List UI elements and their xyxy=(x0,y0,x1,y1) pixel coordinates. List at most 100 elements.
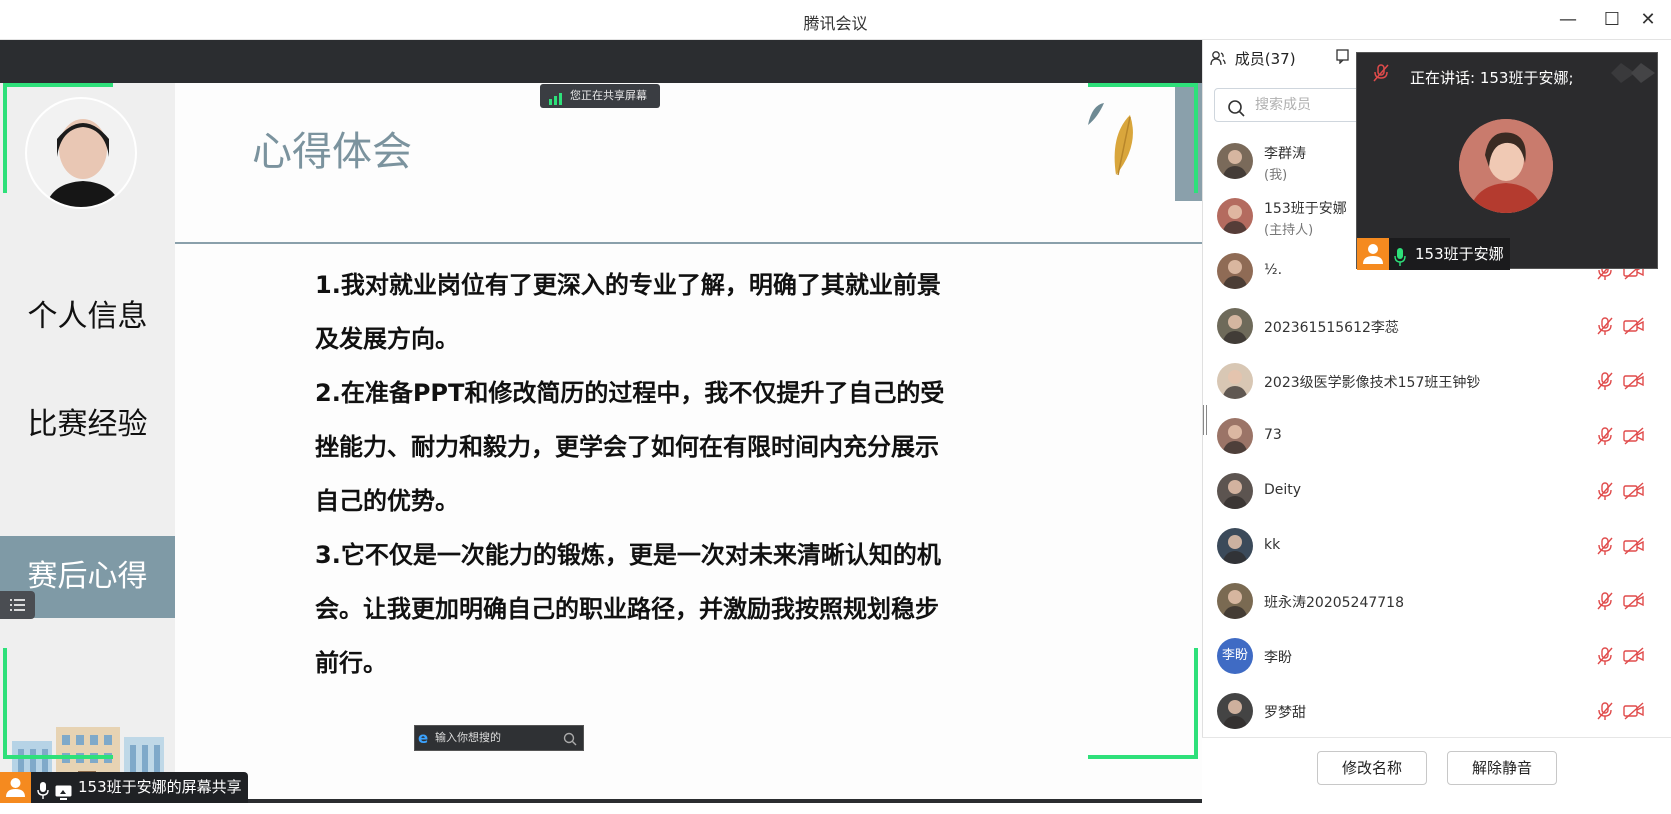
member-row[interactable]: 李盼 李盼 xyxy=(1202,628,1671,683)
close-button[interactable]: ✕ xyxy=(1636,8,1660,32)
browser-search-placeholder: 输入你想搜的 xyxy=(435,731,501,744)
share-border-corner xyxy=(3,755,113,759)
ie-icon: e xyxy=(418,729,429,747)
unmute-button[interactable]: 解除静音 xyxy=(1447,751,1557,785)
content-line-6: 3.它不仅是一次能力的锻炼，更是一次对未来清晰认知的机 xyxy=(315,541,941,569)
profile-photo xyxy=(25,97,137,209)
member-avatar xyxy=(1217,308,1253,344)
share-border-corner xyxy=(1088,755,1198,759)
camera-off-icon[interactable] xyxy=(1623,481,1644,501)
member-name: 李群涛 xyxy=(1264,146,1306,162)
maximize-button[interactable]: ☐ xyxy=(1600,8,1624,32)
slide-sidebar: 个人信息 比赛经验 赛后心得 xyxy=(0,83,175,799)
camera-off-icon[interactable] xyxy=(1623,426,1644,446)
user-icon xyxy=(0,772,31,803)
member-row[interactable]: 罗梦甜 xyxy=(1202,683,1671,738)
member-avatar xyxy=(1217,693,1253,729)
content-line-4: 挫能力、耐力和毅力，更学会了如何在有限时间内充分展示 xyxy=(315,433,939,461)
mic-active-icon xyxy=(1394,245,1406,277)
member-row[interactable]: Deity xyxy=(1202,463,1671,518)
camera-off-icon[interactable] xyxy=(1623,536,1644,556)
presentation-slide: 个人信息 比赛经验 赛后心得 心得体会 1.我对就业岗位有了更深入的专业了解，明… xyxy=(0,83,1202,799)
content-line-1: 1.我对就业岗位有了更深入的专业了解，明确了其就业前景 xyxy=(315,271,941,299)
share-border-corner xyxy=(3,648,7,758)
slide-divider xyxy=(175,242,1202,244)
mic-off-icon[interactable] xyxy=(1595,536,1615,556)
member-avatar xyxy=(1217,473,1253,509)
screen-share-icon xyxy=(55,780,72,811)
member-row[interactable]: 班永涛20205247718 xyxy=(1202,573,1671,628)
member-row[interactable]: 73 xyxy=(1202,408,1671,463)
panel-resize-handle[interactable] xyxy=(1203,405,1207,435)
member-avatar: 李盼 xyxy=(1217,638,1253,674)
sharing-indicator[interactable]: 您正在共享屏幕 xyxy=(540,84,660,108)
minimize-button[interactable]: — xyxy=(1556,8,1580,32)
camera-off-icon[interactable] xyxy=(1623,371,1644,391)
sharing-indicator-label: 您正在共享屏幕 xyxy=(570,89,647,102)
tab-members-label: 成员(37) xyxy=(1234,50,1296,68)
member-avatar-initials: 李盼 xyxy=(1221,648,1248,663)
screen-share-label-text: 153班于安娜的屏幕共享 xyxy=(78,778,242,796)
member-name: 153班于安娜 xyxy=(1264,201,1347,217)
member-avatar xyxy=(1217,363,1253,399)
member-row[interactable]: 202361515612李蕊 xyxy=(1202,298,1671,353)
speaker-name-tag: 153班于安娜 xyxy=(1357,238,1510,270)
mic-off-icon[interactable] xyxy=(1595,591,1615,611)
feather-decoration xyxy=(1070,95,1150,185)
slide-nav-personal-info: 个人信息 xyxy=(27,299,148,334)
members-icon xyxy=(1210,50,1226,70)
mic-off-icon[interactable] xyxy=(1595,701,1615,721)
content-line-2: 及发展方向。 xyxy=(315,325,459,353)
member-row[interactable]: kk xyxy=(1202,518,1671,573)
member-name: 罗梦甜 xyxy=(1264,705,1306,721)
search-icon xyxy=(1227,97,1245,129)
share-border-corner xyxy=(1088,83,1198,87)
share-border-corner xyxy=(3,83,7,193)
shared-screen-stage: 个人信息 比赛经验 赛后心得 心得体会 1.我对就业岗位有了更深入的专业了解，明… xyxy=(0,40,1202,803)
share-border-corner xyxy=(3,83,113,87)
content-line-3: 2.在准备PPT和修改简历的过程中，我不仅提升了自己的受 xyxy=(315,379,945,407)
camera-off-icon[interactable] xyxy=(1623,316,1644,336)
member-row[interactable]: 2023级医学影像技术157班王钟钞 xyxy=(1202,353,1671,408)
camera-off-icon[interactable] xyxy=(1623,701,1644,721)
member-avatar xyxy=(1217,198,1253,234)
mic-off-icon[interactable] xyxy=(1595,646,1615,666)
title-bar: 腾讯会议 — ☐ ✕ xyxy=(0,0,1671,40)
window-title: 腾讯会议 xyxy=(803,14,868,33)
slide-outline-button[interactable] xyxy=(0,591,35,619)
signal-icon xyxy=(549,90,563,105)
slide-title: 心得体会 xyxy=(252,129,412,175)
camera-off-icon[interactable] xyxy=(1623,591,1644,611)
member-name: 73 xyxy=(1264,427,1282,443)
mic-off-icon xyxy=(1372,63,1390,87)
share-border-corner xyxy=(1194,83,1198,193)
member-avatar xyxy=(1217,418,1253,454)
panel-actions: 修改名称 解除静音 xyxy=(1202,737,1671,803)
camera-off-icon[interactable] xyxy=(1623,646,1644,666)
member-role: (我) xyxy=(1264,168,1288,183)
member-name: 班永涛20205247718 xyxy=(1264,595,1404,611)
mic-off-icon[interactable] xyxy=(1595,481,1615,501)
member-name: kk xyxy=(1264,537,1281,553)
mic-off-icon[interactable] xyxy=(1595,371,1615,391)
member-avatar xyxy=(1217,253,1253,289)
rename-button[interactable]: 修改名称 xyxy=(1317,751,1427,785)
member-name: 2023级医学影像技术157班王钟钞 xyxy=(1264,375,1481,391)
content-line-5: 自己的优势。 xyxy=(315,487,459,515)
search-icon xyxy=(563,731,577,755)
mic-icon xyxy=(37,779,49,810)
speaker-name-label: 153班于安娜 xyxy=(1415,245,1504,263)
member-avatar xyxy=(1217,143,1253,179)
screen-share-label: 153班于安娜的屏幕共享 xyxy=(0,772,248,803)
speaker-title: 正在讲话: 153班于安娜; xyxy=(1410,69,1574,87)
meeting-logo-icon xyxy=(1611,59,1655,87)
mic-off-icon[interactable] xyxy=(1595,426,1615,446)
chat-tab-icon[interactable] xyxy=(1336,48,1352,68)
speaker-video-card[interactable]: 正在讲话: 153班于安娜; 153班于安娜 xyxy=(1356,52,1658,270)
mic-off-icon[interactable] xyxy=(1595,316,1615,336)
share-border-corner xyxy=(1194,648,1198,758)
tab-members[interactable]: 成员(37) xyxy=(1210,48,1296,70)
member-role: (主持人) xyxy=(1264,223,1314,238)
content-line-7: 会。让我更加明确自己的职业路径，并激励我按照规划稳步 xyxy=(315,595,939,623)
browser-search-bar: e 输入你想搜的 xyxy=(414,725,584,751)
